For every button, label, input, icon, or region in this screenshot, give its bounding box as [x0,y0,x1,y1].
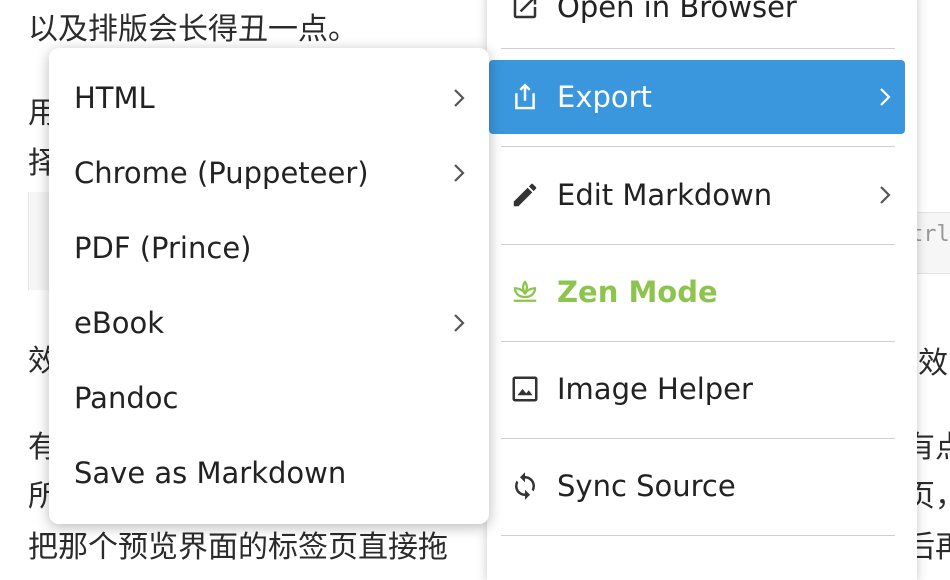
submenu-item-html[interactable]: HTML [49,60,489,135]
menu-item-label: Sync Source [557,469,736,503]
lotus-icon [503,277,547,307]
sync-icon [503,471,547,501]
menu-divider [501,244,895,245]
open-external-icon [503,0,547,22]
chevron-right-icon [865,85,905,109]
menu-item-sync-source[interactable]: Sync Source [489,449,905,523]
chevron-right-icon [429,86,489,110]
submenu-item-label: eBook [74,305,165,340]
menu-item-label: Export [557,80,652,114]
submenu-item-label: PDF (Prince) [74,230,252,265]
menu-item-label: Open in Browser [557,0,797,24]
menu-item-export[interactable]: Export [489,60,905,134]
share-export-icon [503,81,547,113]
menu-divider [501,146,895,147]
menu-item-zen-mode[interactable]: Zen Mode [489,255,905,329]
document-text-line: 以及排版会长得丑一点。 [28,12,358,47]
context-menu: Open in Browser Export Edit Markdown Zen… [487,0,917,580]
menu-item-edit-markdown[interactable]: Edit Markdown [489,158,905,232]
export-submenu: HTML Chrome (Puppeteer) PDF (Prince) eBo… [49,48,489,524]
submenu-item-chrome-puppeteer[interactable]: Chrome (Puppeteer) [49,135,489,210]
document-text-line: 把那个预览界面的标签页直接拖 [28,530,448,565]
pencil-icon [503,180,547,210]
menu-item-label: Image Helper [557,372,753,406]
submenu-item-label: Save as Markdown [74,455,347,490]
menu-item-image-helper[interactable]: Image Helper [489,352,905,426]
menu-item-label: Zen Mode [557,275,718,309]
menu-divider [501,341,895,342]
submenu-item-pdf-prince[interactable]: PDF (Prince) [49,210,489,285]
submenu-item-label: HTML [74,80,155,115]
submenu-item-ebook[interactable]: eBook [49,285,489,360]
chevron-right-icon [865,183,905,207]
submenu-item-label: Chrome (Puppeteer) [74,155,369,190]
menu-divider [501,48,895,49]
submenu-item-label: Pandoc [74,380,179,415]
menu-item-label: Edit Markdown [557,178,773,212]
menu-divider [501,438,895,439]
document-text-fragment: 效 [918,346,948,381]
submenu-item-save-as-markdown[interactable]: Save as Markdown [49,435,489,510]
menu-item-open-in-browser[interactable]: Open in Browser [489,0,905,44]
menu-divider [501,535,895,536]
image-icon [503,374,547,404]
chevron-right-icon [429,311,489,335]
submenu-item-pandoc[interactable]: Pandoc [49,360,489,435]
chevron-right-icon [429,161,489,185]
